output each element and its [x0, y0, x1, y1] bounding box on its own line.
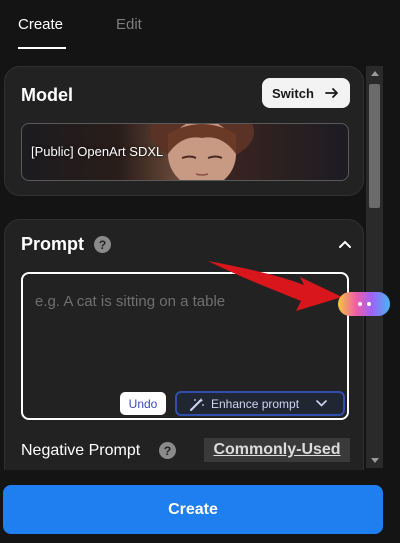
scroll-down-arrow[interactable] [371, 458, 379, 463]
scrollbar[interactable] [366, 66, 383, 468]
selected-model-card[interactable]: [Public] OpenArt SDXL [21, 123, 349, 181]
model-name: [Public] OpenArt SDXL [31, 144, 164, 159]
enhance-prompt-button[interactable]: Enhance prompt [175, 391, 345, 416]
scrollbar-thumb[interactable] [369, 84, 380, 208]
scroll-up-arrow[interactable] [371, 71, 379, 76]
create-button[interactable]: Create [3, 485, 383, 534]
ellipsis-dot [366, 302, 371, 306]
annotation-arrow-icon [208, 261, 342, 311]
ai-assistant-button[interactable] [338, 292, 390, 316]
enhance-prompt-label: Enhance prompt [211, 396, 300, 411]
negative-prompt-label: Negative Prompt [21, 442, 141, 459]
help-icon[interactable]: ? [94, 236, 111, 253]
tab-create[interactable]: Create [18, 16, 63, 33]
arrow-right-icon [325, 88, 338, 98]
model-card: Model Switch [Public] OpenArt SDXL [4, 66, 364, 196]
switch-model-button[interactable]: Switch [262, 78, 350, 108]
tab-edit[interactable]: Edit [116, 16, 142, 33]
commonly-used-link[interactable]: Commonly-Used [204, 438, 350, 462]
tab-bar: Create Edit [0, 0, 400, 52]
prompt-placeholder: e.g. A cat is sitting on a table [35, 293, 226, 310]
undo-button[interactable]: Undo [120, 392, 166, 415]
model-title: Model [21, 85, 73, 105]
chevron-down-icon [316, 400, 327, 407]
prompt-title: Prompt [21, 234, 84, 254]
help-icon[interactable]: ? [159, 442, 176, 459]
switch-label: Switch [272, 85, 314, 101]
active-tab-indicator [18, 47, 66, 49]
chevron-up-icon[interactable] [338, 237, 352, 251]
magic-wand-icon [190, 398, 204, 411]
ellipsis-dot [357, 302, 362, 306]
